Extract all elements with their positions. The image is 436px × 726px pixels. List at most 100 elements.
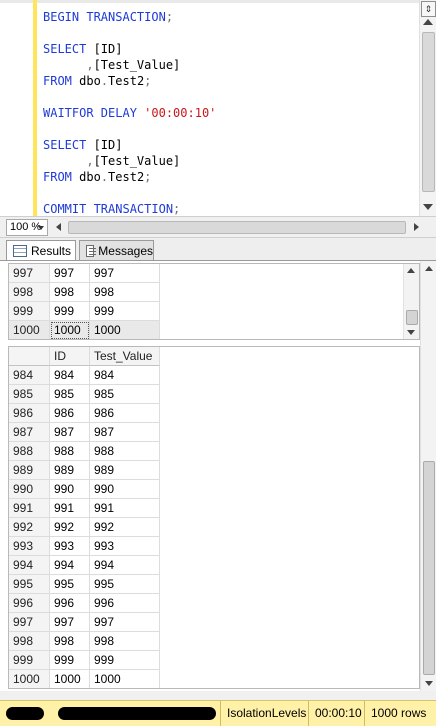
test-value-cell[interactable]: 999	[90, 651, 160, 670]
results-vertical-scrollbar[interactable]	[420, 261, 436, 691]
test-value-cell[interactable]: 997	[90, 613, 160, 632]
test-value-cell[interactable]: 986	[90, 404, 160, 423]
test-value-cell[interactable]: 997	[90, 264, 160, 283]
grid-1-scroll-thumb[interactable]	[406, 310, 418, 325]
editor-horizontal-scroll-thumb[interactable]	[68, 221, 406, 234]
table-row[interactable]: 999 999 999	[9, 302, 419, 321]
row-number-cell[interactable]: 992	[9, 518, 50, 537]
id-cell[interactable]: 992	[50, 518, 90, 537]
id-cell[interactable]: 997	[50, 613, 90, 632]
table-row[interactable]: 1000 1000 1000	[9, 321, 419, 339]
id-cell[interactable]: 1000	[50, 321, 90, 339]
row-number-cell[interactable]: 998	[9, 632, 50, 651]
scroll-right-icon[interactable]	[414, 223, 419, 231]
test-value-cell[interactable]: 989	[90, 461, 160, 480]
test-value-cell[interactable]: 991	[90, 499, 160, 518]
row-number-cell[interactable]: 996	[9, 594, 50, 613]
id-cell[interactable]: 987	[50, 423, 90, 442]
tab-messages[interactable]: Messages	[79, 240, 154, 260]
id-cell[interactable]: 998	[50, 283, 90, 302]
id-cell[interactable]: 996	[50, 594, 90, 613]
test-value-cell[interactable]: 1000	[90, 670, 160, 688]
test-value-cell[interactable]: 988	[90, 442, 160, 461]
row-number-cell[interactable]: 985	[9, 385, 50, 404]
test-value-cell[interactable]: 984	[90, 366, 160, 385]
test-value-cell[interactable]: 996	[90, 594, 160, 613]
result-grid-2[interactable]: ID Test_Value 984 984 984 985 985 985 986 986 98…	[8, 346, 420, 689]
row-number-cell[interactable]: 990	[9, 480, 50, 499]
table-row[interactable]: 994 994 994	[9, 556, 419, 575]
column-header-test-value[interactable]: Test_Value	[90, 347, 160, 366]
id-cell[interactable]: 991	[50, 499, 90, 518]
results-scroll-thumb[interactable]	[423, 461, 435, 675]
test-value-cell[interactable]: 998	[90, 283, 160, 302]
table-row[interactable]: 986 986 986	[9, 404, 419, 423]
sql-code[interactable]: BEGIN TRANSACTION; SELECT [ID] ,[Test_Va…	[43, 9, 216, 216]
column-header-id[interactable]: ID	[50, 347, 90, 366]
row-number-cell[interactable]: 988	[9, 442, 50, 461]
grid-1-vertical-scrollbar[interactable]	[403, 264, 419, 339]
id-cell[interactable]: 995	[50, 575, 90, 594]
id-cell[interactable]: 985	[50, 385, 90, 404]
id-cell[interactable]: 984	[50, 366, 90, 385]
row-number-cell[interactable]: 984	[9, 366, 50, 385]
table-row[interactable]: 985 985 985	[9, 385, 419, 404]
scroll-up-icon[interactable]	[407, 268, 415, 273]
row-number-cell[interactable]: 999	[9, 651, 50, 670]
row-number-cell[interactable]: 993	[9, 537, 50, 556]
table-row[interactable]: 995 995 995	[9, 575, 419, 594]
table-row[interactable]: 1000 1000 1000	[9, 670, 419, 688]
scroll-up-icon[interactable]	[423, 19, 433, 25]
test-value-cell[interactable]: 987	[90, 423, 160, 442]
row-number-cell[interactable]: 999	[9, 302, 50, 321]
test-value-cell[interactable]: 992	[90, 518, 160, 537]
row-number-cell[interactable]: 1000	[9, 670, 50, 688]
row-number-cell[interactable]: 997	[9, 264, 50, 283]
test-value-cell[interactable]: 1000	[90, 321, 160, 339]
table-row[interactable]: 999 999 999	[9, 651, 419, 670]
row-number-cell[interactable]: 994	[9, 556, 50, 575]
row-number-cell[interactable]: 987	[9, 423, 50, 442]
scroll-left-icon[interactable]	[56, 223, 61, 231]
row-number-cell[interactable]: 1000	[9, 321, 50, 339]
row-number-cell[interactable]: 989	[9, 461, 50, 480]
test-value-cell[interactable]: 998	[90, 632, 160, 651]
id-cell[interactable]: 993	[50, 537, 90, 556]
table-row[interactable]: 993 993 993	[9, 537, 419, 556]
query-editor[interactable]: BEGIN TRANSACTION; SELECT [ID] ,[Test_Va…	[0, 0, 436, 217]
result-grid-1[interactable]: 997 997 997 998 998 998 999 999 999 1000 1000 1000	[8, 263, 420, 340]
id-cell[interactable]: 986	[50, 404, 90, 423]
table-row[interactable]: 998 998 998	[9, 283, 419, 302]
id-cell[interactable]: 997	[50, 264, 90, 283]
table-row[interactable]: 990 990 990	[9, 480, 419, 499]
test-value-cell[interactable]: 995	[90, 575, 160, 594]
split-view-icon[interactable]: ⇕	[421, 1, 436, 17]
test-value-cell[interactable]: 999	[90, 302, 160, 321]
row-number-cell[interactable]: 986	[9, 404, 50, 423]
scroll-up-icon[interactable]	[425, 266, 433, 271]
row-number-cell[interactable]: 998	[9, 283, 50, 302]
scroll-down-icon[interactable]	[423, 204, 433, 210]
table-row[interactable]: 988 988 988	[9, 442, 419, 461]
table-row[interactable]: 996 996 996	[9, 594, 419, 613]
table-row[interactable]: 998 998 998	[9, 632, 419, 651]
table-row[interactable]: 987 987 987	[9, 423, 419, 442]
test-value-cell[interactable]: 994	[90, 556, 160, 575]
table-row[interactable]: 997 997 997	[9, 613, 419, 632]
table-row[interactable]: 989 989 989	[9, 461, 419, 480]
row-number-cell[interactable]: 991	[9, 499, 50, 518]
id-cell[interactable]: 988	[50, 442, 90, 461]
id-cell[interactable]: 998	[50, 632, 90, 651]
test-value-cell[interactable]: 985	[90, 385, 160, 404]
id-cell[interactable]: 994	[50, 556, 90, 575]
table-row[interactable]: 991 991 991	[9, 499, 419, 518]
scroll-down-icon[interactable]	[407, 330, 415, 335]
table-row[interactable]: 992 992 992	[9, 518, 419, 537]
editor-vertical-scrollbar[interactable]: ⇕	[419, 0, 436, 216]
scroll-down-icon[interactable]	[425, 681, 433, 686]
row-number-cell[interactable]: 997	[9, 613, 50, 632]
tab-results[interactable]: Results	[6, 240, 76, 260]
test-value-cell[interactable]: 990	[90, 480, 160, 499]
table-row[interactable]: 984 984 984	[9, 366, 419, 385]
id-cell[interactable]: 1000	[50, 670, 90, 688]
